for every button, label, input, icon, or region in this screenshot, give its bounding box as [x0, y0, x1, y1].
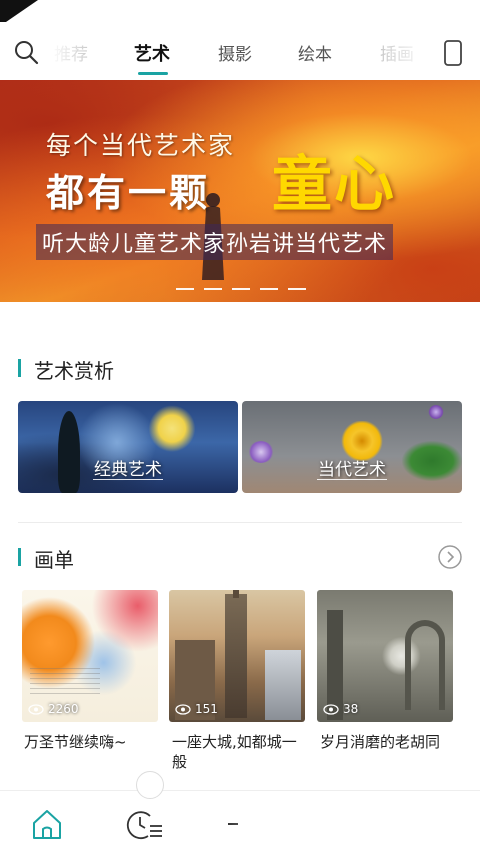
promo-banner[interactable]: 每个当代艺术家 都有一颗 童心 听大龄儿童艺术家孙岩讲当代艺术: [0, 80, 480, 302]
category-tabs: 推荐 艺术 摄影 绘本 插画: [50, 36, 430, 70]
phone-icon[interactable]: [443, 40, 463, 66]
playlist-card-1[interactable]: 2260: [22, 590, 158, 722]
view-count: 38: [323, 702, 358, 718]
corner-shape: [0, 0, 38, 22]
playlist-title-2[interactable]: 一座大城,如都城一般: [172, 732, 302, 772]
classic-art-label: 经典艺术: [94, 460, 162, 480]
home-icon[interactable]: [30, 807, 64, 841]
chevron-right-circle-icon[interactable]: [438, 545, 462, 569]
tabs-fade-right: [380, 36, 430, 70]
tab-picture-book[interactable]: 绘本: [298, 40, 332, 65]
section-marker: [18, 359, 21, 377]
playlist-title-3[interactable]: 岁月消磨的老胡同: [320, 732, 470, 752]
section-title-art: 艺术赏析: [34, 359, 114, 383]
view-count-value: 2260: [48, 702, 79, 716]
view-count-value: 38: [343, 702, 359, 716]
tower: [225, 590, 247, 718]
search-icon[interactable]: [12, 38, 40, 66]
banner-highlight: 童心: [272, 150, 396, 220]
active-tab-indicator: [138, 72, 168, 75]
nav-fade-overlay: [228, 791, 480, 853]
playlist-card-2[interactable]: 151: [169, 590, 305, 722]
page-dot[interactable]: [176, 288, 194, 290]
label-underline: [317, 479, 387, 480]
classic-art-card[interactable]: 经典艺术: [18, 401, 238, 493]
banner-pagination: [176, 288, 306, 292]
building: [265, 650, 301, 720]
bottom-nav: [0, 790, 480, 853]
contemporary-art-card[interactable]: 当代艺术: [242, 401, 462, 493]
purple-flower: [428, 405, 444, 419]
section-title-playlist: 画单: [34, 548, 74, 572]
arch: [405, 620, 445, 710]
eye-icon: [323, 704, 339, 715]
banner-subtitle: 听大龄儿童艺术家孙岩讲当代艺术: [36, 224, 394, 260]
tabs-fade-left: [50, 36, 90, 70]
banner-line2: 都有一颗: [46, 171, 211, 215]
text-lines: [30, 668, 100, 698]
cypress-shape: [58, 411, 80, 493]
page-dot[interactable]: [260, 288, 278, 290]
view-count: 2260: [28, 702, 79, 718]
page-dot[interactable]: [204, 288, 222, 290]
contemporary-art-label: 当代艺术: [318, 460, 386, 480]
tab-art[interactable]: 艺术: [134, 40, 170, 66]
section-divider: [18, 522, 462, 523]
view-count-value: 151: [195, 702, 218, 716]
floating-circle-button[interactable]: [136, 771, 164, 799]
playlist-title-1[interactable]: 万圣节继续嗨~: [24, 732, 164, 752]
eye-icon: [28, 704, 44, 715]
banner-line1: 每个当代艺术家: [46, 131, 236, 160]
label-underline: [93, 479, 163, 480]
tab-photography[interactable]: 摄影: [218, 40, 252, 65]
eye-icon: [175, 704, 191, 715]
view-count: 151: [175, 702, 218, 718]
page-dot[interactable]: [232, 288, 250, 290]
top-bar: 推荐 艺术 摄影 绘本 插画: [0, 0, 480, 80]
page-dot[interactable]: [288, 288, 306, 290]
section-marker: [18, 548, 21, 566]
history-list-icon[interactable]: [124, 807, 164, 841]
playlist-card-3[interactable]: 38: [317, 590, 453, 722]
